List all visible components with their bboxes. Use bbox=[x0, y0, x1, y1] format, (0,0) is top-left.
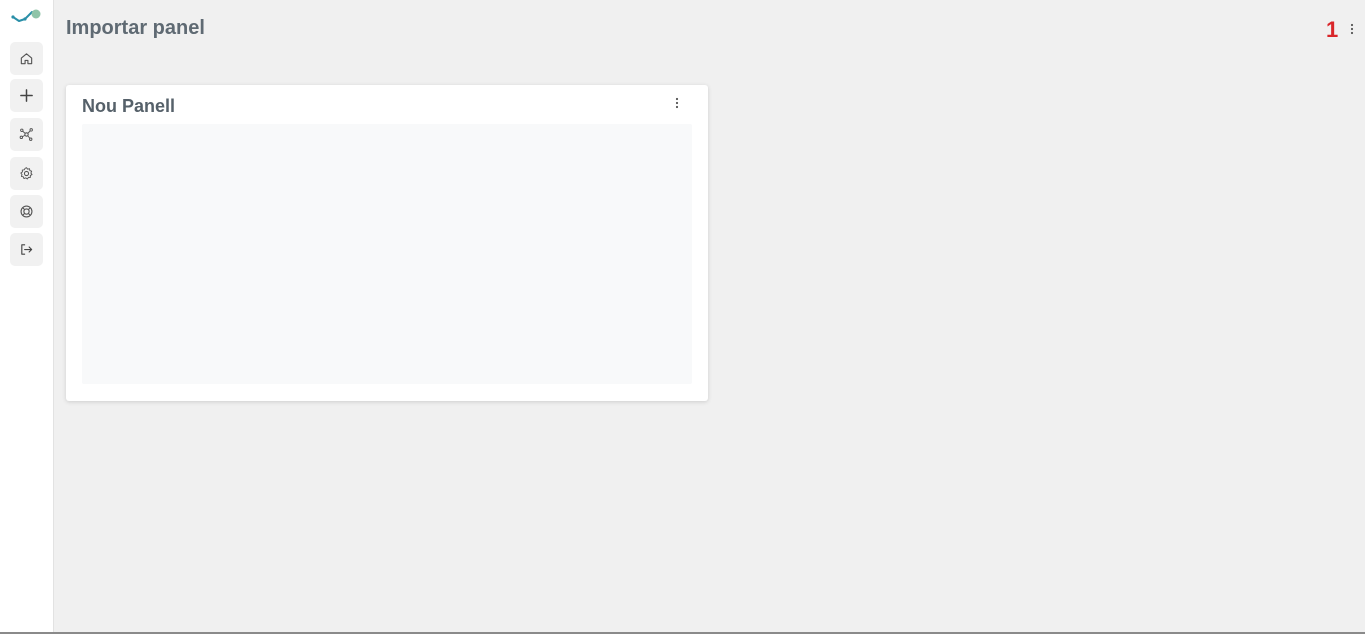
lifebuoy-icon bbox=[20, 205, 33, 218]
sidebar-item-settings[interactable] bbox=[10, 157, 43, 190]
sidebar-item-logout[interactable] bbox=[10, 233, 43, 266]
plus-icon bbox=[20, 89, 33, 102]
more-vertical-icon bbox=[1350, 23, 1354, 35]
page-title: Importar panel bbox=[66, 17, 205, 39]
home-icon bbox=[20, 53, 33, 65]
panel-card[interactable]: Nou Panell bbox=[66, 85, 708, 401]
more-vertical-icon bbox=[675, 97, 679, 109]
logo-icon[interactable] bbox=[10, 8, 44, 28]
network-icon bbox=[19, 128, 33, 141]
logout-icon bbox=[21, 244, 33, 255]
header-menu-button[interactable] bbox=[1346, 20, 1358, 38]
panel-body bbox=[82, 124, 692, 384]
sidebar-item-help[interactable] bbox=[10, 195, 43, 228]
sidebar bbox=[0, 0, 54, 634]
sidebar-item-add[interactable] bbox=[10, 79, 43, 112]
panel-menu-button[interactable] bbox=[670, 95, 684, 111]
header-badge: 1 bbox=[1326, 17, 1339, 42]
gear-icon bbox=[20, 167, 33, 180]
sidebar-item-network[interactable] bbox=[10, 118, 43, 151]
panel-title: Nou Panell bbox=[82, 96, 176, 116]
sidebar-item-home[interactable] bbox=[10, 42, 43, 75]
app-root: Importar panel 1 Nou Panell bbox=[0, 0, 1365, 634]
